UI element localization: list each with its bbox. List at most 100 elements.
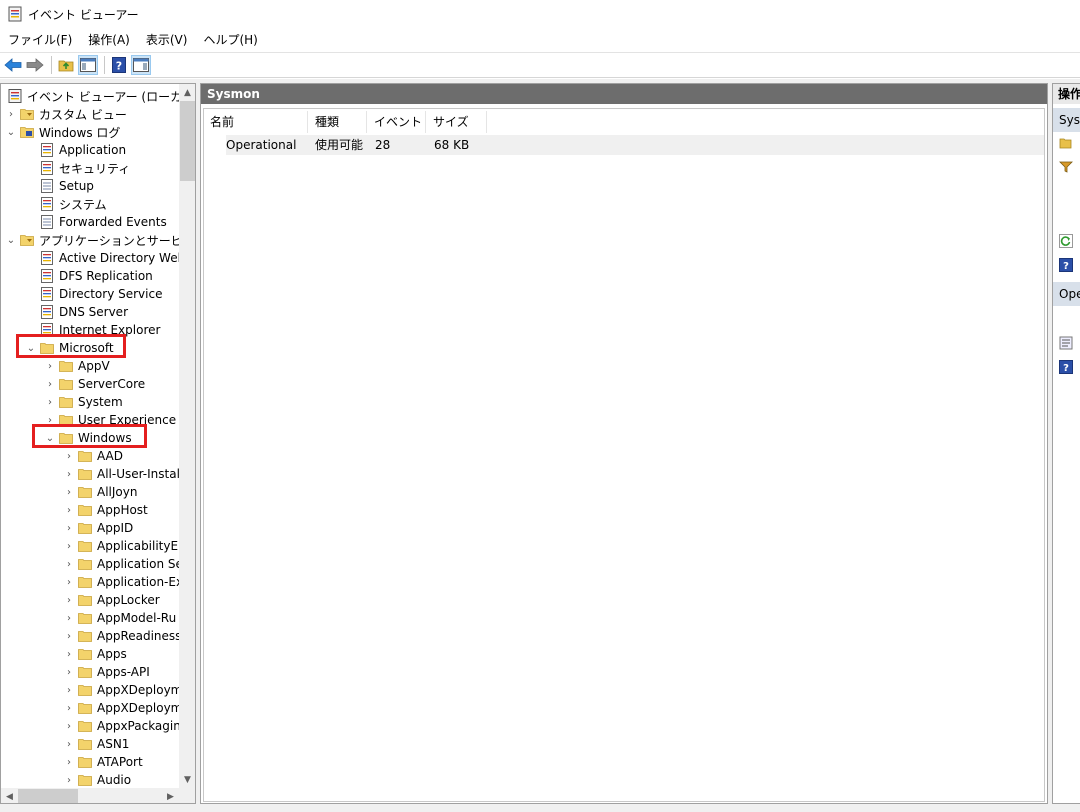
tree-item-windows-log[interactable]: セキュリティ: [25, 159, 130, 177]
tree-item-microsoft[interactable]: › System: [44, 393, 123, 411]
scroll-up-icon[interactable]: ▲: [179, 84, 195, 101]
filter-icon[interactable]: [1059, 160, 1073, 174]
menu-action[interactable]: 操作(A): [80, 29, 138, 51]
folder-icon: [78, 739, 92, 750]
actions-pane: 操作 Sysmon ? Operational ?: [1052, 83, 1080, 804]
chevron-down-icon[interactable]: ⌄: [5, 231, 17, 249]
tree-item-app-service[interactable]: DNS Server: [25, 303, 128, 321]
chevron-right-icon[interactable]: ›: [63, 609, 75, 627]
show-hide-tree-button[interactable]: [78, 55, 98, 75]
tree-item-windows[interactable]: › AppxPackagin: [63, 717, 179, 735]
tree-app-services[interactable]: ⌄ アプリケーションとサービス ログ: [5, 231, 179, 249]
tree-item-windows-log[interactable]: Application: [25, 141, 126, 159]
chevron-right-icon[interactable]: ›: [44, 393, 56, 411]
chevron-right-icon[interactable]: ›: [63, 483, 75, 501]
tree-item-windows-log[interactable]: Setup: [25, 177, 94, 195]
scroll-right-icon[interactable]: ▶: [162, 788, 179, 803]
tree-item-windows[interactable]: › ATAPort: [63, 753, 143, 771]
chevron-right-icon[interactable]: ›: [63, 681, 75, 699]
tree-item-app-service[interactable]: Active Directory Web: [25, 249, 179, 267]
tree-item-windows[interactable]: › Audio: [63, 771, 131, 788]
tree-item-windows-log[interactable]: Forwarded Events: [25, 213, 167, 231]
tree-item-windows[interactable]: › Application-Ex: [63, 573, 179, 591]
actions-section-operational[interactable]: Operational: [1053, 282, 1080, 306]
hscroll-thumb[interactable]: [18, 789, 78, 803]
chevron-right-icon[interactable]: ›: [63, 501, 75, 519]
open-folder-icon[interactable]: [1059, 136, 1073, 150]
tree-item-windows[interactable]: › ASN1: [63, 735, 129, 753]
up-folder-button[interactable]: [56, 55, 76, 75]
menu-view[interactable]: 表示(V): [138, 29, 196, 51]
tree-item-windows[interactable]: › Apps-API: [63, 663, 150, 681]
chevron-right-icon[interactable]: ›: [63, 771, 75, 788]
tree-item-windows[interactable]: › AppXDeploym: [63, 699, 179, 717]
help-icon[interactable]: ?: [1059, 360, 1073, 374]
toolbar-separator: [51, 56, 52, 74]
tree-item-windows[interactable]: › Apps: [63, 645, 127, 663]
forward-button[interactable]: [25, 55, 45, 75]
chevron-right-icon[interactable]: ›: [63, 735, 75, 753]
folder-icon: [78, 775, 92, 786]
chevron-right-icon[interactable]: ›: [63, 717, 75, 735]
tree-item-windows-log[interactable]: システム: [25, 195, 107, 213]
menu-help[interactable]: ヘルプ(H): [195, 29, 265, 51]
help-button[interactable]: ?: [109, 55, 129, 75]
tree-item-microsoft[interactable]: › AppV: [44, 357, 110, 375]
chevron-right-icon[interactable]: ›: [44, 375, 56, 393]
chevron-right-icon[interactable]: ›: [63, 537, 75, 555]
tree-item-windows[interactable]: › AppModel-Ru: [63, 609, 176, 627]
actions-section-sysmon[interactable]: Sysmon: [1053, 108, 1080, 132]
show-hide-action-pane-button[interactable]: [131, 55, 151, 75]
tree-item-windows[interactable]: › ApplicabilityEr: [63, 537, 179, 555]
table-row[interactable]: Operational 使用可能 28 68 KB: [226, 135, 1044, 155]
tree-horizontal-scrollbar[interactable]: ◀ ▶: [1, 788, 179, 803]
tree-root[interactable]: イベント ビューアー (ローカル): [5, 87, 179, 105]
tree-label: Audio: [97, 773, 132, 787]
center-pane-title: Sysmon: [201, 84, 1047, 104]
menu-file[interactable]: ファイル(F): [0, 29, 80, 51]
column-header-count[interactable]: イベント数: [368, 111, 426, 151]
chevron-down-icon[interactable]: ⌄: [5, 123, 17, 141]
tree-item-app-service[interactable]: Directory Service: [25, 285, 162, 303]
tree-item-microsoft[interactable]: › ServerCore: [44, 375, 145, 393]
chevron-right-icon[interactable]: ›: [5, 105, 17, 123]
tree-item-windows[interactable]: › AppXDeploym: [63, 681, 179, 699]
tree-item-windows[interactable]: › AppReadiness: [63, 627, 179, 645]
scroll-down-icon[interactable]: ▼: [179, 771, 195, 788]
chevron-right-icon[interactable]: ›: [63, 699, 75, 717]
chevron-right-icon[interactable]: ›: [63, 753, 75, 771]
chevron-right-icon[interactable]: ›: [44, 357, 56, 375]
tree-label: カスタム ビュー: [39, 107, 127, 122]
tree-item-app-service[interactable]: DFS Replication: [25, 267, 153, 285]
tree-vertical-scrollbar[interactable]: ▲ ▼: [179, 84, 195, 788]
tree-windows-logs[interactable]: ⌄ Windows ログ: [5, 123, 121, 141]
tree-custom-views[interactable]: › カスタム ビュー: [5, 105, 127, 123]
column-header-size[interactable]: サイズ: [427, 111, 487, 133]
help-icon[interactable]: ?: [1059, 258, 1073, 272]
chevron-right-icon[interactable]: ›: [63, 627, 75, 645]
tree-item-windows[interactable]: › Application Se: [63, 555, 179, 573]
chevron-right-icon[interactable]: ›: [63, 645, 75, 663]
chevron-right-icon[interactable]: ›: [63, 447, 75, 465]
folder-icon: [59, 397, 73, 408]
scroll-thumb[interactable]: [180, 101, 195, 181]
tree-item-windows[interactable]: › All-User-Instal: [63, 465, 179, 483]
column-header-name[interactable]: 名前: [204, 111, 308, 133]
tree-item-windows[interactable]: › AAD: [63, 447, 123, 465]
tree-item-windows[interactable]: › AppHost: [63, 501, 148, 519]
scroll-left-icon[interactable]: ◀: [1, 788, 18, 803]
properties-icon[interactable]: [1059, 336, 1073, 350]
chevron-right-icon[interactable]: ›: [63, 573, 75, 591]
chevron-right-icon[interactable]: ›: [63, 519, 75, 537]
tree-item-windows[interactable]: › AppLocker: [63, 591, 160, 609]
tree-item-windows[interactable]: › AllJoyn: [63, 483, 137, 501]
refresh-icon[interactable]: [1059, 234, 1073, 248]
chevron-right-icon[interactable]: ›: [63, 555, 75, 573]
tree-item-windows[interactable]: › AppID: [63, 519, 133, 537]
column-header-type[interactable]: 種類: [309, 111, 367, 133]
chevron-right-icon[interactable]: ›: [63, 465, 75, 483]
back-button[interactable]: [3, 55, 23, 75]
chevron-right-icon[interactable]: ›: [63, 591, 75, 609]
chevron-right-icon[interactable]: ›: [63, 663, 75, 681]
tree-label: AppxPackagin: [97, 719, 179, 733]
